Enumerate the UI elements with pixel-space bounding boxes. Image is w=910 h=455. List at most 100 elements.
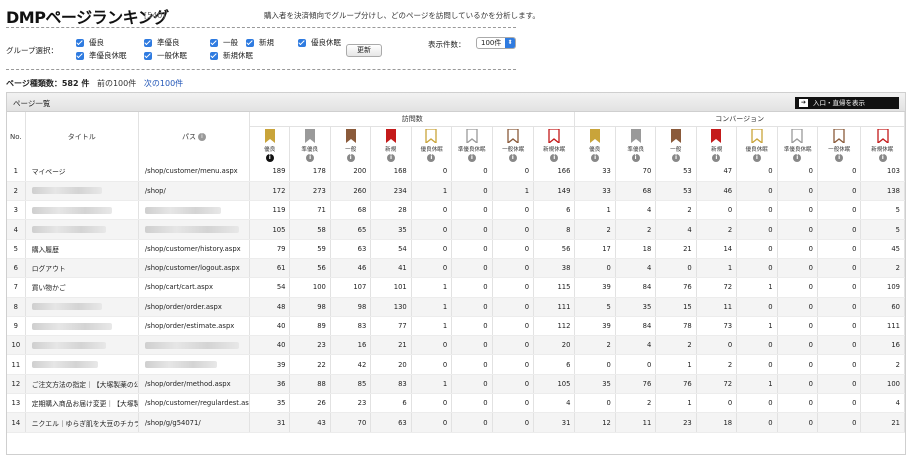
info-icon[interactable]: i: [427, 153, 436, 162]
table-row[interactable]: 12ご注文方法の指定｜【大塚製薬の公式.../shop/order/method…: [7, 374, 905, 395]
row-title[interactable]: ログアウト: [25, 258, 139, 279]
visits-value: 0: [451, 239, 493, 259]
info-icon[interactable]: i: [712, 153, 721, 162]
info-icon[interactable]: i: [387, 153, 396, 162]
row-title[interactable]: [25, 219, 139, 240]
row-path[interactable]: /shop/customer/regulardest.aspx: [138, 393, 251, 414]
group-checkbox-5[interactable]: 優良休眠: [298, 37, 341, 48]
visits-col-5[interactable]: 優良休眠 i: [411, 126, 453, 162]
table-row[interactable]: 13定期購入商品お届け変更｜【大塚製薬.../shop/customer/reg…: [7, 393, 905, 414]
info-icon[interactable]: i: [306, 153, 315, 162]
visits-col-8[interactable]: 新規休眠 i: [533, 126, 576, 162]
group-checkbox-1[interactable]: 優良: [76, 37, 104, 48]
info-icon[interactable]: i: [265, 153, 274, 162]
conversion-value: 2: [574, 335, 616, 356]
info-icon[interactable]: i: [346, 153, 355, 162]
table-row[interactable]: 14ニクエル｜ゆらぎ肌を大豆のチカラで.../shop/g/g54071/314…: [7, 412, 905, 433]
info-icon[interactable]: i: [508, 153, 517, 162]
info-icon[interactable]: i: [631, 153, 640, 162]
row-title[interactable]: [25, 316, 139, 337]
row-path[interactable]: /shop/customer/history.aspx: [138, 239, 251, 259]
visits-col-1[interactable]: 優良 i: [249, 126, 291, 162]
conversion-value: 0: [817, 374, 862, 395]
table-row[interactable]: 4 105 58 65 35 0 0 0 8 2 2 4 2 0 0 0 5: [7, 219, 905, 240]
conv-col-3[interactable]: 一般 i: [655, 126, 697, 162]
row-path[interactable]: [138, 219, 251, 240]
conv-col-1[interactable]: 優良 i: [574, 126, 616, 162]
info-icon[interactable]: i: [467, 153, 476, 162]
conversion-value: 0: [777, 239, 818, 259]
conv-col-5[interactable]: 優良休眠 i: [736, 126, 778, 162]
table-row[interactable]: 1 マイページ/shop/customer/menu.aspx 189 178 200 1…: [7, 162, 905, 182]
table-row[interactable]: 6 ログアウト/shop/customer/logout.aspx 61 56 46 41…: [7, 258, 905, 279]
conv-col-7[interactable]: 一般休眠 i: [817, 126, 862, 162]
conversion-value: 0: [817, 219, 862, 240]
table-row[interactable]: 2/shop/172 273 260 234 1 0 1 149 33 68 53 46 0 0 0 138: [7, 181, 905, 202]
row-title[interactable]: [25, 354, 139, 375]
visits-col-2[interactable]: 準優良 i: [289, 126, 331, 162]
conv-col-6[interactable]: 準優良休眠 i: [777, 126, 818, 162]
group-checkbox-2[interactable]: 準優良: [144, 37, 180, 48]
row-title[interactable]: マイページ: [25, 162, 139, 182]
group-checkbox-7[interactable]: 一般休眠: [144, 50, 187, 61]
visits-col-4[interactable]: 新規 i: [370, 126, 412, 162]
row-path[interactable]: /shop/order/method.aspx: [138, 374, 251, 395]
display-count-select[interactable]: 100件 ⬍: [476, 37, 516, 49]
conversion-value: 12: [574, 412, 616, 433]
visits-col-3[interactable]: 一般 i: [330, 126, 372, 162]
row-path[interactable]: /shop/order/order.aspx: [138, 297, 251, 317]
row-title[interactable]: [25, 181, 139, 202]
row-title[interactable]: ご注文方法の指定｜【大塚製薬の公式...: [25, 374, 139, 395]
info-icon[interactable]: i: [591, 153, 600, 162]
row-title[interactable]: [25, 297, 139, 317]
row-title[interactable]: [25, 200, 139, 221]
visits-col-7[interactable]: 一般休眠 i: [492, 126, 535, 162]
row-path[interactable]: /shop/cart/cart.aspx: [138, 277, 251, 298]
row-path[interactable]: [138, 354, 251, 375]
show-entry-bounce-label: 入口・直帰を表示: [813, 99, 865, 107]
info-icon[interactable]: i: [672, 153, 680, 162]
visits-col-6[interactable]: 準優良休眠 i: [451, 126, 493, 162]
update-button[interactable]: 更新: [346, 44, 382, 57]
conv-col-2[interactable]: 準優良 i: [615, 126, 657, 162]
info-icon[interactable]: i: [197, 133, 206, 141]
checkbox-checked-icon: [246, 38, 254, 47]
table-row[interactable]: 7 買い物かご/shop/cart/cart.aspx 54 100 107 101 1 0 0…: [7, 277, 905, 298]
row-path[interactable]: /shop/customer/menu.aspx: [138, 162, 251, 182]
info-icon[interactable]: i: [793, 153, 802, 162]
table-row[interactable]: 8/shop/order/order.aspx 48 98 98 130 1 0 0 111 5 3…: [7, 297, 905, 317]
table-row[interactable]: 3 119 71 68 28 0 0 0 6 1 4 2 0 0 0 0 5: [7, 200, 905, 221]
group-checkbox-8[interactable]: 新規休眠: [210, 50, 253, 61]
table-row[interactable]: 10 40 23 16 21 0 0 0 20 2 4 2 0 0 0 0 16: [7, 335, 905, 356]
row-path[interactable]: /shop/order/estimate.aspx: [138, 316, 251, 337]
conv-col-8[interactable]: 新規休眠 i: [860, 126, 905, 162]
page-description: 購入者を決済傾向でグループ分けし、どのページを訪問しているかを分析します。: [264, 11, 540, 20]
row-title[interactable]: 買い物かご: [25, 277, 139, 298]
group-checkbox-6[interactable]: 準優良休眠: [76, 50, 127, 61]
info-icon[interactable]: i: [752, 153, 761, 162]
redacted-text: [31, 303, 102, 311]
prev-page-link[interactable]: 前の100件: [97, 79, 136, 88]
row-path[interactable]: /shop/g/g54071/: [138, 412, 251, 433]
table-row[interactable]: 5 購入履歴/shop/customer/history.aspx 79 59 63 54…: [7, 239, 905, 259]
conversion-value: 5: [860, 219, 905, 240]
row-title[interactable]: 購入履歴: [25, 239, 139, 259]
row-path[interactable]: /shop/customer/logout.aspx: [138, 258, 251, 279]
info-icon[interactable]: i: [835, 153, 844, 162]
table-row[interactable]: 11 39 22 42 20 0 0 0 6 0 0 1 2 0 0 0 2: [7, 354, 905, 375]
group-checkbox-4[interactable]: 新規: [246, 37, 274, 48]
row-path[interactable]: /shop/: [138, 181, 251, 202]
info-icon[interactable]: i: [878, 153, 887, 162]
conv-col-4[interactable]: 新規 i: [696, 126, 738, 162]
row-path[interactable]: [138, 335, 251, 356]
info-icon[interactable]: i: [550, 153, 559, 162]
row-path[interactable]: [138, 200, 251, 221]
conversion-value: 45: [860, 239, 905, 259]
row-title[interactable]: ニクエル｜ゆらぎ肌を大豆のチカラで...: [25, 412, 139, 433]
table-row[interactable]: 9/shop/order/estimate.aspx 40 89 83 77 1 0 0 112…: [7, 316, 905, 337]
group-checkbox-3[interactable]: 一般: [210, 37, 238, 48]
next-page-link[interactable]: 次の100件: [144, 79, 183, 88]
row-title[interactable]: 定期購入商品お届け変更｜【大塚製薬...: [25, 393, 139, 414]
show-entry-bounce-button[interactable]: ➔ 入口・直帰を表示: [795, 97, 899, 109]
row-title[interactable]: [25, 335, 139, 356]
